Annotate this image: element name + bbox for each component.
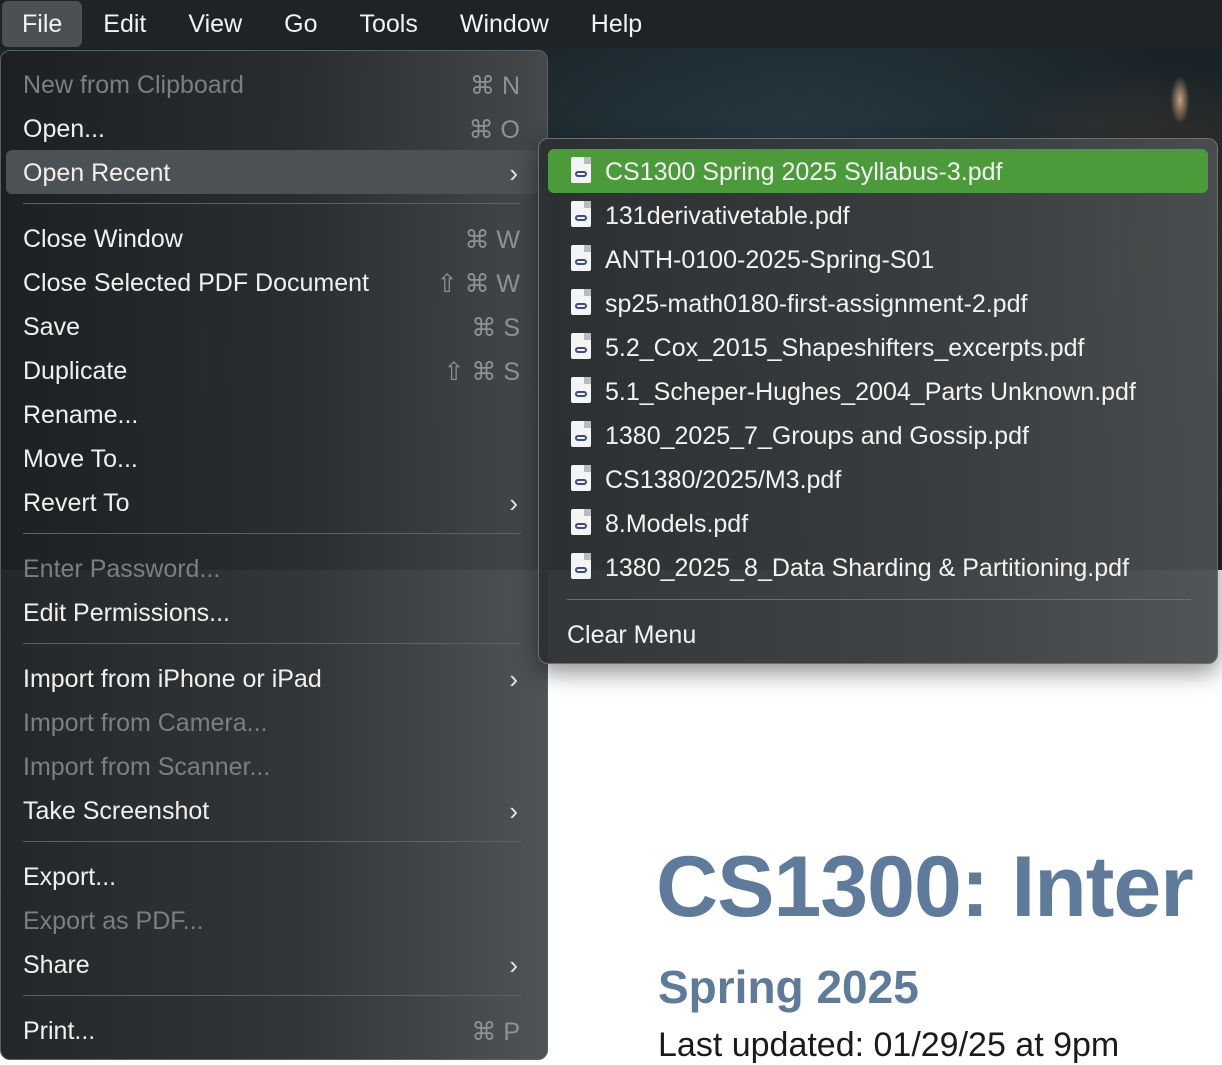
menu-item-revert-to[interactable]: Revert To › — [6, 480, 538, 524]
menu-window[interactable]: Window — [439, 1, 570, 47]
pdf-file-icon — [571, 377, 591, 403]
menu-tools[interactable]: Tools — [339, 1, 439, 47]
recent-file-item[interactable]: 5.1_Scheper-Hughes_2004_Parts Unknown.pd… — [548, 369, 1208, 413]
recent-file-item[interactable]: 1380_2025_7_Groups and Gossip.pdf — [548, 413, 1208, 457]
pdf-file-icon — [571, 289, 591, 315]
chevron-right-icon: › — [509, 158, 518, 188]
chevron-right-icon: › — [509, 664, 518, 694]
menu-edit[interactable]: Edit — [82, 1, 167, 47]
menu-item-share[interactable]: Share › — [6, 942, 538, 986]
recent-file-item[interactable]: 1380_2025_8_Data Sharding & Partitioning… — [548, 545, 1208, 589]
menu-item-rename[interactable]: Rename... — [6, 392, 538, 436]
recent-file-item[interactable]: CS1380/2025/M3.pdf — [548, 457, 1208, 501]
menu-item-move-to[interactable]: Move To... — [6, 436, 538, 480]
chevron-right-icon: › — [509, 950, 518, 980]
menu-help[interactable]: Help — [570, 1, 663, 47]
menu-item-import-iphone[interactable]: Import from iPhone or iPad › — [6, 656, 538, 700]
recent-file-item[interactable]: ANTH-0100-2025-Spring-S01 — [548, 237, 1208, 281]
menu-go[interactable]: Go — [263, 1, 338, 47]
recent-file-item[interactable]: sp25-math0180-first-assignment-2.pdf — [548, 281, 1208, 325]
menu-view[interactable]: View — [167, 1, 263, 47]
chevron-right-icon: › — [509, 796, 518, 826]
open-recent-submenu: CS1300 Spring 2025 Syllabus-3.pdf 131der… — [538, 138, 1218, 664]
menu-item-duplicate[interactable]: Duplicate ⇧ ⌘ S — [6, 348, 538, 392]
shortcut-label: ⇧ ⌘ W — [436, 270, 520, 298]
document-title: CS1300: Inter — [656, 839, 1194, 935]
menu-separator — [567, 599, 1191, 600]
pdf-file-icon — [571, 553, 591, 579]
menu-item-save[interactable]: Save ⌘ S — [6, 304, 538, 348]
recent-file-item[interactable]: 131derivativetable.pdf — [548, 193, 1208, 237]
pdf-file-icon — [571, 421, 591, 447]
shortcut-label: ⌘ N — [470, 72, 520, 100]
recent-file-item[interactable]: 8.Models.pdf — [548, 501, 1208, 545]
background-figure — [1160, 60, 1200, 140]
shortcut-label: ⌘ W — [464, 226, 520, 254]
menu-item-import-camera[interactable]: Import from Camera... — [6, 700, 538, 744]
pdf-file-icon — [571, 157, 591, 183]
shortcut-label: ⌘ O — [468, 116, 520, 144]
recent-file-item[interactable]: 5.2_Cox_2015_Shapeshifters_excerpts.pdf — [548, 325, 1208, 369]
file-menu-dropdown: New from Clipboard ⌘ N Open... ⌘ O Open … — [0, 50, 548, 1060]
menu-bar: File Edit View Go Tools Window Help — [0, 0, 1222, 48]
recent-file-item[interactable]: CS1300 Spring 2025 Syllabus-3.pdf — [548, 149, 1208, 193]
document-subtitle: Spring 2025 — [658, 961, 919, 1013]
pdf-file-icon — [571, 245, 591, 271]
pdf-file-icon — [571, 201, 591, 227]
menu-item-print[interactable]: Print... ⌘ P — [6, 1008, 538, 1052]
menu-separator — [23, 203, 521, 204]
menu-item-close-window[interactable]: Close Window ⌘ W — [6, 216, 538, 260]
menu-item-open-recent[interactable]: Open Recent › — [6, 150, 538, 194]
menu-item-new-from-clipboard[interactable]: New from Clipboard ⌘ N — [6, 62, 538, 106]
menu-item-close-selected-pdf[interactable]: Close Selected PDF Document ⇧ ⌘ W — [6, 260, 538, 304]
pdf-file-icon — [571, 465, 591, 491]
shortcut-label: ⇧ ⌘ S — [443, 358, 520, 386]
shortcut-label: ⌘ P — [471, 1018, 520, 1046]
menu-item-take-screenshot[interactable]: Take Screenshot › — [6, 788, 538, 832]
menu-file[interactable]: File — [2, 1, 83, 47]
menu-separator — [23, 533, 521, 534]
chevron-right-icon: › — [509, 488, 518, 518]
pdf-file-icon — [571, 333, 591, 359]
menu-item-edit-permissions[interactable]: Edit Permissions... — [6, 590, 538, 634]
menu-item-export-as-pdf[interactable]: Export as PDF... — [6, 898, 538, 942]
menu-separator — [23, 643, 521, 644]
clear-menu-button[interactable]: Clear Menu — [548, 612, 1208, 656]
menu-item-open[interactable]: Open... ⌘ O — [6, 106, 538, 150]
pdf-file-icon — [571, 509, 591, 535]
menu-item-import-scanner[interactable]: Import from Scanner... — [6, 744, 538, 788]
document-updated-text: Last updated: 01/29/25 at 9pm — [658, 1026, 1120, 1064]
menu-item-enter-password[interactable]: Enter Password... — [6, 546, 538, 590]
menu-separator — [23, 841, 521, 842]
shortcut-label: ⌘ S — [471, 314, 520, 342]
menu-item-export[interactable]: Export... — [6, 854, 538, 898]
menu-separator — [23, 995, 521, 996]
